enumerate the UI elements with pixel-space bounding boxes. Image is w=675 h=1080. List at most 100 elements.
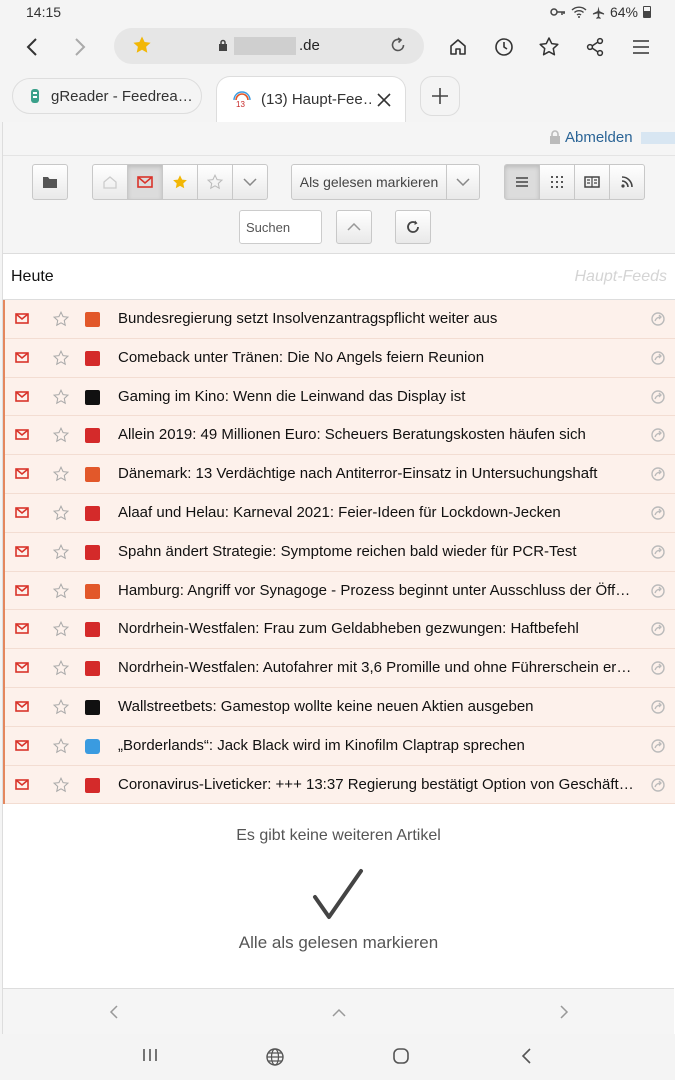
new-tab-button[interactable] (420, 76, 460, 116)
address-bar[interactable]: .de (114, 28, 424, 64)
view-list-button[interactable] (504, 164, 540, 200)
star-outline-icon[interactable] (53, 621, 69, 637)
filter-all-button[interactable] (92, 164, 128, 200)
share-icon[interactable] (651, 777, 665, 792)
view-feed-button[interactable] (609, 164, 645, 200)
history-button[interactable] (488, 31, 520, 63)
filter-starred-button[interactable] (162, 164, 198, 200)
home-nav-icon[interactable] (392, 1047, 410, 1065)
article-row[interactable]: „Borderlands“: Jack Black wird im Kinofi… (5, 726, 675, 766)
back-button[interactable] (16, 31, 48, 63)
article-title[interactable]: Alaaf und Helau: Karneval 2021: Feier-Id… (118, 504, 638, 521)
tab-greader[interactable]: gReader - Feedrea… (12, 78, 202, 114)
back-nav-icon[interactable] (520, 1047, 532, 1065)
view-grid-button[interactable] (539, 164, 575, 200)
tab-haupt-feeds[interactable]: 13 (13) Haupt-Fee… (216, 76, 406, 122)
mail-icon[interactable] (15, 313, 29, 324)
recent-apps-icon[interactable] (142, 1047, 158, 1063)
menu-button[interactable] (625, 31, 657, 63)
mail-icon[interactable] (15, 739, 29, 751)
article-title[interactable]: „Borderlands“: Jack Black wird im Kinofi… (118, 737, 638, 754)
mail-icon[interactable] (15, 507, 29, 518)
article-row[interactable]: Spahn ändert Strategie: Symptome reichen… (5, 532, 675, 572)
checkmark-icon[interactable] (309, 867, 369, 923)
article-title[interactable]: Comeback unter Tränen: Die No Angels fei… (118, 349, 638, 366)
mail-icon[interactable] (15, 778, 29, 790)
article-row[interactable]: Bundesregierung setzt Insolvenzantragspf… (5, 300, 675, 339)
refresh-button[interactable] (395, 210, 431, 244)
article-title[interactable]: Spahn ändert Strategie: Symptome reichen… (118, 543, 638, 560)
share-icon[interactable] (651, 467, 665, 481)
mark-read-button[interactable]: Als gelesen markieren (291, 164, 447, 200)
mail-icon[interactable] (15, 701, 29, 712)
close-tab-icon[interactable] (377, 92, 391, 107)
article-title[interactable]: Coronavirus-Liveticker: +++ 13:37 Regier… (118, 776, 638, 793)
mail-icon[interactable] (15, 545, 29, 557)
star-outline-icon[interactable] (53, 582, 69, 599)
mail-icon[interactable] (15, 662, 29, 673)
article-row[interactable]: Coronavirus-Liveticker: +++ 13:37 Regier… (5, 765, 675, 805)
article-row[interactable]: Alaaf und Helau: Karneval 2021: Feier-Id… (5, 493, 675, 533)
article-row[interactable]: Hamburg: Angriff vor Synagoge - Prozess … (5, 571, 675, 611)
share-icon[interactable] (651, 583, 665, 598)
logout-link[interactable]: Abmelden (549, 129, 675, 146)
star-outline-icon[interactable] (53, 698, 69, 715)
article-row[interactable]: Gaming im Kino: Wenn die Leinwand das Di… (5, 377, 675, 417)
star-outline-icon[interactable] (53, 543, 69, 560)
filter-unread-button[interactable] (127, 164, 163, 200)
forward-button[interactable] (64, 31, 96, 63)
filter-unstarred-button[interactable] (197, 164, 233, 200)
mark-all-read-link[interactable]: Alle als gelesen markieren (3, 933, 674, 953)
filter-dropdown-button[interactable] (232, 164, 268, 200)
next-page-icon[interactable] (559, 1005, 569, 1019)
share-icon[interactable] (651, 622, 665, 637)
mail-icon[interactable] (15, 468, 29, 479)
share-icon[interactable] (651, 700, 665, 714)
share-icon[interactable] (651, 351, 665, 365)
article-row[interactable]: Nordrhein-Westfalen: Autofahrer mit 3,6 … (5, 649, 675, 688)
mail-icon[interactable] (15, 623, 29, 635)
home-button[interactable] (442, 31, 474, 63)
mail-icon[interactable] (15, 584, 29, 596)
share-button[interactable] (579, 31, 611, 63)
prev-page-icon[interactable] (109, 1005, 119, 1019)
reload-icon[interactable] (388, 35, 408, 55)
mail-icon[interactable] (15, 390, 29, 402)
star-outline-icon[interactable] (53, 737, 69, 754)
article-title[interactable]: Bundesregierung setzt Insolvenzantragspf… (118, 310, 638, 327)
share-icon[interactable] (651, 389, 665, 404)
share-icon[interactable] (651, 545, 665, 559)
scroll-up-button[interactable] (336, 210, 372, 244)
article-title[interactable]: Hamburg: Angriff vor Synagoge - Prozess … (118, 582, 638, 599)
mail-icon[interactable] (15, 429, 29, 441)
top-page-icon[interactable] (332, 1008, 346, 1018)
share-icon[interactable] (651, 312, 665, 326)
globe-icon[interactable] (265, 1047, 285, 1067)
article-title[interactable]: Gaming im Kino: Wenn die Leinwand das Di… (118, 388, 638, 405)
star-outline-icon[interactable] (53, 427, 69, 443)
star-outline-icon[interactable] (53, 776, 69, 793)
article-row[interactable]: Nordrhein-Westfalen: Frau zum Geldabhebe… (5, 610, 675, 650)
star-outline-icon[interactable] (53, 388, 69, 405)
mail-icon[interactable] (15, 351, 29, 363)
star-outline-icon[interactable] (53, 311, 69, 327)
article-title[interactable]: Dänemark: 13 Verdächtige nach Antiterror… (118, 465, 638, 482)
folder-button[interactable] (32, 164, 68, 200)
view-expanded-button[interactable] (574, 164, 610, 200)
share-icon[interactable] (651, 661, 665, 675)
article-title[interactable]: Wallstreetbets: Gamestop wollte keine ne… (118, 698, 638, 715)
search-input[interactable] (239, 210, 322, 244)
article-title[interactable]: Allein 2019: 49 Millionen Euro: Scheuers… (118, 426, 638, 443)
article-title[interactable]: Nordrhein-Westfalen: Frau zum Geldabhebe… (118, 620, 638, 637)
article-row[interactable]: Allein 2019: 49 Millionen Euro: Scheuers… (5, 416, 675, 456)
star-outline-icon[interactable] (53, 504, 69, 521)
article-row[interactable]: Wallstreetbets: Gamestop wollte keine ne… (5, 687, 675, 727)
article-title[interactable]: Nordrhein-Westfalen: Autofahrer mit 3,6 … (118, 659, 638, 676)
star-outline-icon[interactable] (53, 660, 69, 676)
share-icon[interactable] (651, 739, 665, 753)
star-outline-icon[interactable] (53, 349, 69, 366)
star-outline-icon[interactable] (53, 466, 69, 482)
bookmarks-button[interactable] (533, 31, 565, 63)
bookmark-star-icon[interactable] (132, 35, 152, 55)
share-icon[interactable] (651, 428, 665, 443)
